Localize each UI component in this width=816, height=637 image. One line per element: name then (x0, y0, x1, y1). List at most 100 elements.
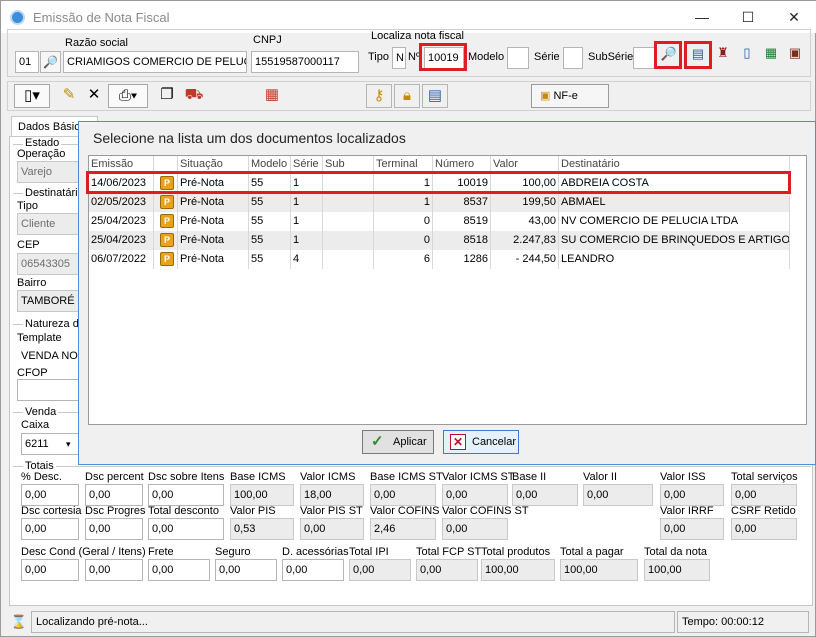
prenota-status-icon: P (160, 214, 174, 228)
cancel-label: Cancelar (472, 436, 517, 448)
total-field[interactable]: 0,00 (731, 518, 797, 540)
cell-emissao: 25/04/2023 (89, 231, 154, 250)
total-label: Base ICMS (230, 471, 286, 483)
cancel-button[interactable]: ✕ Cancelar (443, 430, 519, 454)
empresa-code-field[interactable]: 01 (15, 51, 39, 73)
document-grid[interactable]: EmissãoSituaçãoModeloSérieSub SérieTermi… (88, 155, 807, 425)
cnpj-field[interactable]: 15519587000117 (251, 51, 359, 73)
page-icon[interactable]: ▯ (737, 45, 757, 67)
total-field[interactable]: 100,00 (560, 559, 638, 581)
total-field[interactable]: 0,00 (349, 559, 411, 581)
table-row[interactable]: 06/07/2022 P Pré-Nota 55 4 6 1286- 244,50 LEAND… (89, 250, 790, 269)
cancel-icon: ✕ (450, 434, 466, 450)
tipo-field[interactable]: N (392, 47, 406, 69)
stamp-icon[interactable]: ♜ (713, 45, 733, 67)
delete-icon[interactable]: ✕ (81, 84, 107, 108)
export-icon[interactable]: ▣ (785, 45, 805, 67)
apply-button[interactable]: ✓ Aplicar (362, 430, 434, 454)
total-field[interactable]: 0,00 (370, 484, 436, 506)
window-title: Emissão de Nota Fiscal (33, 10, 170, 25)
total-field[interactable]: 0,00 (660, 484, 724, 506)
calculator-icon[interactable]: ▦ (259, 84, 285, 108)
modelo-field[interactable] (507, 47, 529, 69)
natureza-title: Natureza d (23, 318, 81, 330)
total-field[interactable]: 0,00 (583, 484, 653, 506)
print-icon[interactable]: ⎙▾ (108, 84, 148, 108)
cep-label: CEP (17, 239, 40, 251)
template-field[interactable]: VENDA NOR (17, 345, 81, 367)
search-empresa-icon[interactable]: 🔎 (40, 51, 61, 73)
note-icon[interactable]: ▤ (422, 84, 448, 108)
modelo-label: Modelo (468, 51, 505, 63)
cell-status: P (154, 250, 178, 269)
serie-field[interactable] (563, 47, 583, 69)
total-field[interactable]: 0,00 (85, 484, 143, 506)
edit-icon[interactable]: ✎ (56, 84, 82, 108)
new-document-icon[interactable]: ▯▾ (14, 84, 50, 108)
total-field[interactable]: 0,00 (85, 518, 143, 540)
total-label: Total da nota (644, 546, 707, 558)
copy-icon[interactable]: ❐ (154, 84, 180, 108)
cell-modelo: 55 (249, 231, 291, 250)
total-field[interactable]: 2,46 (370, 518, 436, 540)
cell-terminal: 0 (374, 212, 433, 231)
razao-label: Razão social (65, 37, 128, 49)
total-field[interactable]: 0,00 (660, 518, 724, 540)
truck-icon[interactable]: ⛟ (181, 84, 207, 108)
total-field[interactable]: 0,00 (512, 484, 578, 506)
cell-subserie (323, 212, 374, 231)
total-label: Valor COFINS (370, 505, 440, 517)
total-field[interactable]: 0,00 (148, 484, 224, 506)
cell-modelo: 55 (249, 250, 291, 269)
dest-tipo-field[interactable]: Cliente (17, 213, 81, 235)
total-field[interactable]: 0,00 (21, 484, 79, 506)
razao-field[interactable]: CRIAMIGOS COMERCIO DE PELUCIA (63, 51, 247, 73)
total-label: Total desconto (148, 505, 219, 517)
cell-emissao: 25/04/2023 (89, 212, 154, 231)
total-label: Base ICMS ST (370, 471, 443, 483)
prenota-status-icon: P (160, 233, 174, 247)
total-field[interactable]: 0,00 (731, 484, 797, 506)
cep-field[interactable]: 06543305 (17, 253, 81, 275)
total-field[interactable]: 0,00 (442, 484, 508, 506)
cell-destinatario: NV COMERCIO DE PELUCIA LTDA (559, 212, 790, 231)
operacao-field[interactable]: Varejo (17, 161, 81, 183)
total-field[interactable]: 100,00 (230, 484, 294, 506)
total-field[interactable]: 0,00 (300, 518, 364, 540)
apply-label: Aplicar (393, 436, 427, 448)
grid-icon[interactable]: ▦ (761, 45, 781, 67)
total-field[interactable]: 0,53 (230, 518, 294, 540)
cell-terminal: 1 (374, 193, 433, 212)
table-row[interactable]: 25/04/2023 P Pré-Nota 55 1 0 8518 2.247,83 SU CO… (89, 231, 790, 250)
total-field[interactable]: 0,00 (21, 559, 79, 581)
table-row[interactable]: 25/04/2023 P Pré-Nota 55 1 0 8519 43,00 NV COMER… (89, 212, 790, 231)
total-field[interactable]: 0,00 (215, 559, 277, 581)
total-field[interactable]: 0,00 (21, 518, 79, 540)
total-field[interactable]: 0,00 (282, 559, 344, 581)
lock-icon[interactable]: 🔒︎ (394, 84, 420, 108)
cfop-field[interactable] (17, 379, 81, 401)
total-field[interactable]: 0,00 (148, 559, 210, 581)
total-field[interactable]: 100,00 (644, 559, 710, 581)
total-label: Total serviços (731, 471, 798, 483)
subserie-label: SubSérie (588, 51, 634, 63)
total-field[interactable]: 18,00 (300, 484, 364, 506)
nfe-button[interactable]: ▣ NF-e (531, 84, 609, 108)
total-label: Dsc percent (85, 471, 144, 483)
subserie-field[interactable] (633, 47, 655, 69)
bairro-field[interactable]: TAMBORÉ (17, 290, 81, 312)
cell-numero: 1286 (433, 250, 491, 269)
total-field[interactable]: 0,00 (148, 518, 224, 540)
total-field[interactable]: 0,00 (85, 559, 143, 581)
keys-icon[interactable]: ⚷ (366, 84, 392, 108)
total-label: Valor PIS (230, 505, 276, 517)
total-field[interactable]: 0,00 (442, 518, 508, 540)
total-field[interactable]: 100,00 (481, 559, 555, 581)
chevron-down-icon: ▾ (66, 439, 71, 449)
total-field[interactable]: 0,00 (416, 559, 478, 581)
total-label: Desc Cond (Geral / Itens) (21, 546, 146, 558)
caixa-select[interactable]: 6211 ▾ (21, 433, 79, 455)
cell-serie: 1 (291, 231, 323, 250)
cell-terminal: 0 (374, 231, 433, 250)
table-row[interactable]: 02/05/2023 P Pré-Nota 55 1 1 8537 199,50 ABMAEL (89, 193, 790, 212)
